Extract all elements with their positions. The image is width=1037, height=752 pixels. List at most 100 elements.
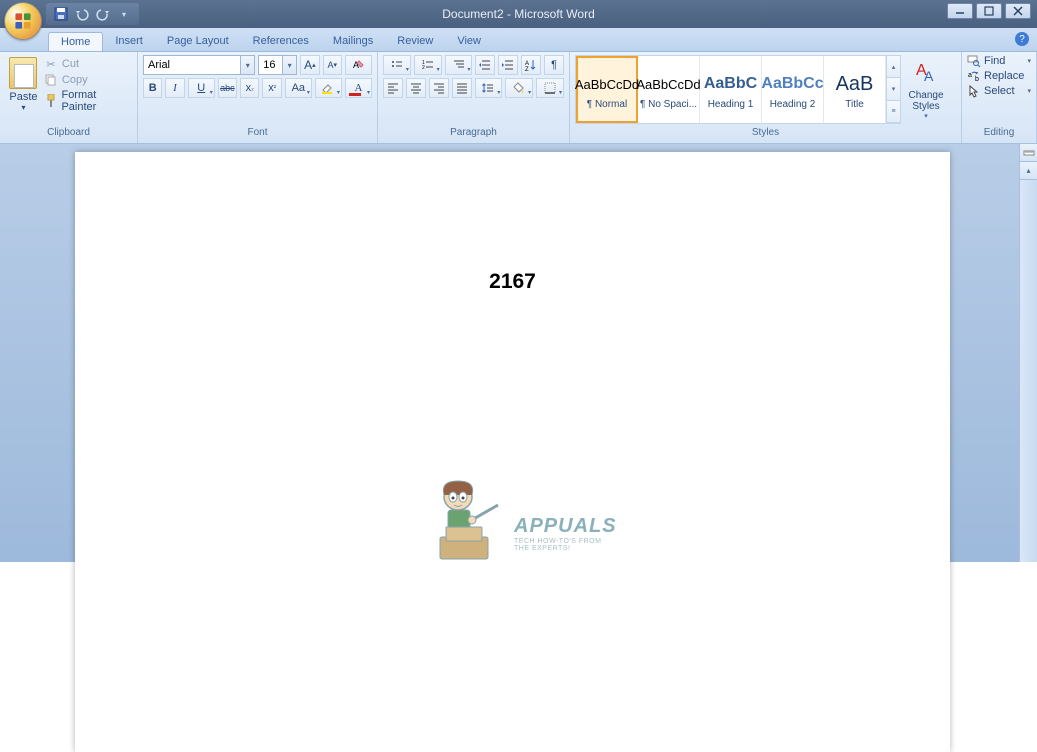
clear-formatting-button[interactable]: A — [345, 55, 372, 75]
select-button[interactable]: Select▾ — [967, 84, 1031, 98]
redo-icon[interactable] — [94, 5, 112, 23]
change-styles-button[interactable]: AA Change Styles ▾ — [904, 55, 948, 124]
font-group: Arial▾ 16▾ A▴ A▾ A B I U▾ abc x₂ x² Aa▾ … — [138, 52, 378, 143]
align-left-button[interactable] — [383, 78, 403, 98]
style-item[interactable]: AaBbCcDd¶ No Spaci... — [638, 56, 700, 123]
select-icon — [967, 84, 981, 98]
qat-customize-icon[interactable]: ▾ — [115, 5, 133, 23]
numbering-button[interactable]: 12▾ — [414, 55, 442, 75]
clipboard-group-label: Clipboard — [0, 127, 137, 143]
gallery-expand-icon[interactable]: ≡ — [887, 101, 900, 123]
minimize-button[interactable] — [947, 3, 973, 19]
tab-mailings[interactable]: Mailings — [321, 32, 385, 51]
shading-button[interactable]: ▾ — [505, 78, 533, 98]
svg-text:b: b — [975, 76, 979, 83]
tab-insert[interactable]: Insert — [103, 32, 155, 51]
paste-button[interactable]: Paste ▾ — [5, 55, 42, 124]
font-size-combo[interactable]: 16▾ — [258, 55, 297, 75]
replace-button[interactable]: abReplace — [967, 69, 1031, 83]
font-name-combo[interactable]: Arial▾ — [143, 55, 255, 75]
paragraph-group-label: Paragraph — [378, 127, 569, 143]
shrink-font-button[interactable]: A▾ — [323, 55, 342, 75]
sort-button[interactable]: AZ — [521, 55, 541, 75]
chevron-down-icon: ▾ — [924, 112, 928, 120]
cut-button[interactable]: ✂ Cut — [44, 57, 132, 71]
style-preview: AaBbCcDd — [575, 69, 639, 99]
brush-icon — [44, 94, 58, 108]
decrease-indent-button[interactable] — [475, 55, 495, 75]
document-page[interactable]: 2167 — [75, 152, 950, 752]
scroll-up-icon[interactable]: ▴ — [887, 56, 900, 78]
scroll-up-icon[interactable]: ▴ — [1020, 162, 1037, 180]
tab-view[interactable]: View — [445, 32, 493, 51]
copy-button[interactable]: Copy — [44, 73, 132, 87]
undo-icon[interactable] — [73, 5, 91, 23]
bold-button[interactable]: B — [143, 78, 162, 98]
change-styles-label: Change Styles — [906, 90, 946, 112]
window-title: Document2 - Microsoft Word — [442, 7, 595, 21]
grow-font-button[interactable]: A▴ — [300, 55, 319, 75]
chevron-down-icon: ▾ — [240, 56, 254, 74]
clipboard-group: Paste ▾ ✂ Cut Copy Format Painter Clipboa… — [0, 52, 138, 143]
change-case-button[interactable]: Aa▾ — [285, 78, 312, 98]
copy-label: Copy — [62, 74, 88, 86]
chevron-down-icon: ▾ — [1027, 87, 1031, 95]
font-group-label: Font — [138, 127, 377, 143]
copy-icon — [44, 73, 58, 87]
scroll-down-icon[interactable]: ▾ — [887, 78, 900, 100]
style-name: Heading 1 — [708, 99, 754, 110]
style-item[interactable]: AaBTitle — [824, 56, 886, 123]
highlight-button[interactable]: ▾ — [315, 78, 342, 98]
tab-references[interactable]: References — [241, 32, 321, 51]
replace-icon: ab — [967, 69, 981, 83]
superscript-button[interactable]: x² — [262, 78, 281, 98]
paste-label: Paste — [9, 91, 37, 103]
justify-button[interactable] — [452, 78, 472, 98]
subscript-button[interactable]: x₂ — [240, 78, 259, 98]
cut-label: Cut — [62, 58, 79, 70]
italic-button[interactable]: I — [165, 78, 184, 98]
increase-indent-button[interactable] — [498, 55, 518, 75]
tab-review[interactable]: Review — [385, 32, 445, 51]
format-painter-button[interactable]: Format Painter — [44, 89, 132, 113]
strikethrough-button[interactable]: abc — [218, 78, 237, 98]
ribbon-tabs: HomeInsertPage LayoutReferencesMailingsR… — [0, 28, 1037, 52]
style-preview: AaB — [836, 69, 874, 99]
show-marks-button[interactable]: ¶ — [544, 55, 564, 75]
style-item[interactable]: AaBbCHeading 1 — [700, 56, 762, 123]
find-label: Find — [984, 55, 1005, 67]
borders-button[interactable]: ▾ — [536, 78, 564, 98]
editing-group: Find▾ abReplace Select▾ Editing — [962, 52, 1037, 143]
paste-icon — [9, 57, 37, 89]
find-icon — [967, 54, 981, 68]
find-button[interactable]: Find▾ — [967, 54, 1031, 68]
gallery-scroll[interactable]: ▴▾≡ — [886, 56, 900, 123]
maximize-button[interactable] — [976, 3, 1002, 19]
tab-page-layout[interactable]: Page Layout — [155, 32, 241, 51]
save-icon[interactable] — [52, 5, 70, 23]
ruler-toggle-icon[interactable] — [1020, 144, 1037, 162]
window-controls — [947, 3, 1031, 19]
scissors-icon: ✂ — [44, 57, 58, 71]
style-gallery: AaBbCcDd¶ NormalAaBbCcDd¶ No Spaci...AaB… — [575, 55, 901, 124]
document-area: 2167 ▴ APPUALS TECH HOW-TO'S FROM THE EX… — [0, 144, 1037, 562]
multilevel-list-button[interactable]: ▾ — [445, 55, 473, 75]
vertical-scrollbar[interactable]: ▴ — [1019, 144, 1037, 562]
style-name: ¶ No Spaci... — [640, 99, 697, 110]
style-item[interactable]: AaBbCcDd¶ Normal — [576, 56, 638, 123]
chevron-down-icon: ▾ — [282, 56, 296, 74]
tab-home[interactable]: Home — [48, 32, 103, 51]
bullets-button[interactable]: ▾ — [383, 55, 411, 75]
font-color-button[interactable]: A▾ — [345, 78, 372, 98]
watermark-sub2: THE EXPERTS! — [514, 545, 617, 552]
align-right-button[interactable] — [429, 78, 449, 98]
watermark: APPUALS TECH HOW-TO'S FROM THE EXPERTS! — [420, 472, 640, 562]
underline-button[interactable]: U▾ — [188, 78, 215, 98]
office-button[interactable] — [4, 2, 42, 40]
help-icon[interactable]: ? — [1015, 32, 1029, 46]
svg-text:A: A — [924, 68, 934, 84]
align-center-button[interactable] — [406, 78, 426, 98]
style-item[interactable]: AaBbCcHeading 2 — [762, 56, 824, 123]
close-button[interactable] — [1005, 3, 1031, 19]
line-spacing-button[interactable]: ▾ — [475, 78, 503, 98]
